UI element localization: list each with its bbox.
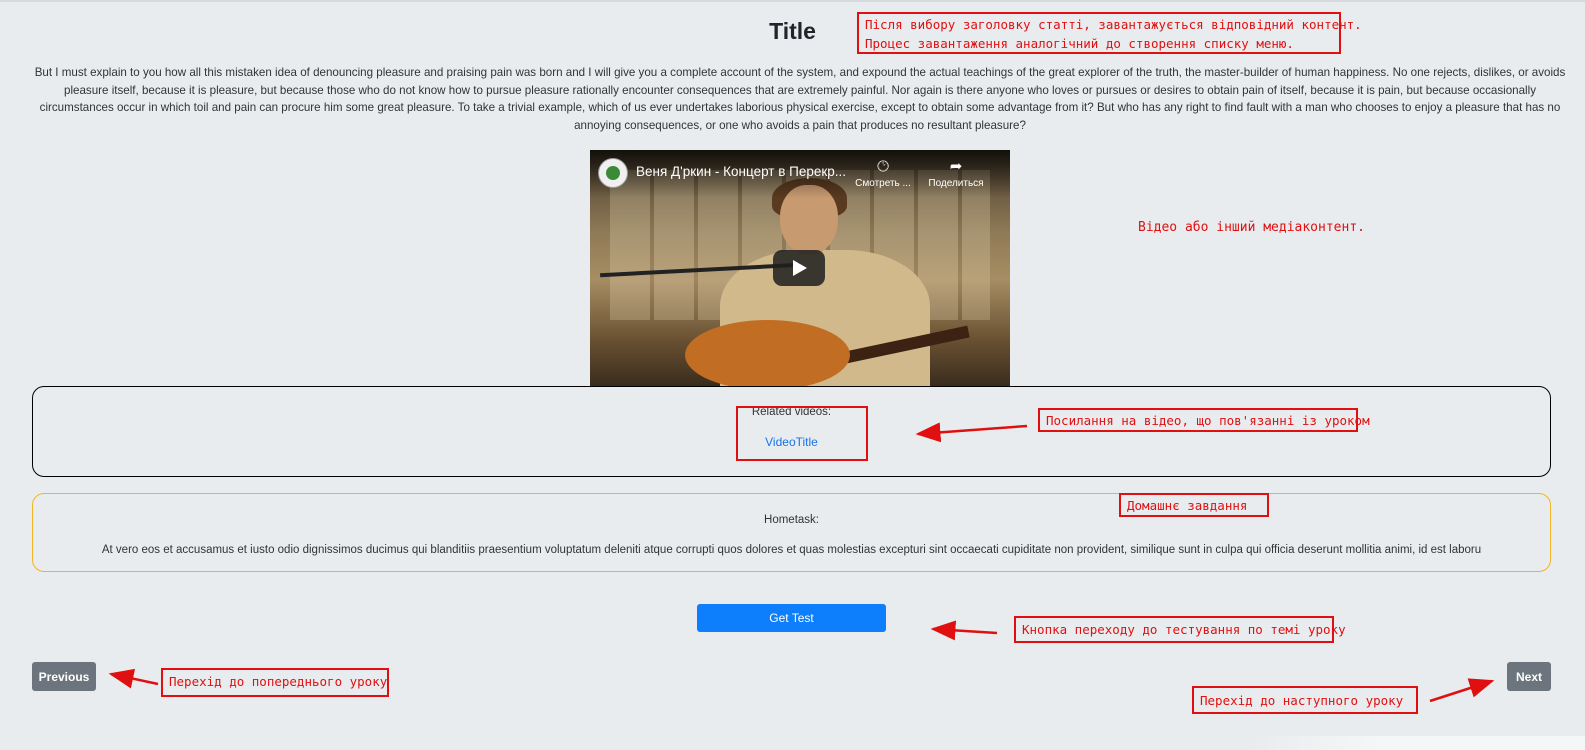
title-annotation: Після вибору заголовку статті, завантажу… bbox=[857, 12, 1362, 54]
top-divider bbox=[0, 0, 1585, 2]
title-annotation-line2: Процес завантаження аналогічний до створ… bbox=[865, 36, 1294, 51]
hometask-annotation: Домашнє завдання bbox=[1119, 493, 1269, 517]
play-icon[interactable] bbox=[773, 250, 825, 286]
next-annotation: Перехід до наступного уроку bbox=[1192, 686, 1418, 714]
related-highlight-box bbox=[736, 406, 868, 461]
article-body: But I must explain to you how all this m… bbox=[34, 66, 1566, 132]
next-button[interactable]: Next bbox=[1507, 662, 1551, 691]
bottom-edge bbox=[1250, 736, 1585, 750]
video-frame-guitar bbox=[685, 320, 850, 386]
previous-arrow bbox=[108, 668, 159, 689]
clock-icon: 🕑︎ bbox=[877, 158, 889, 175]
previous-annotation: Перехід до попереднього уроку bbox=[161, 668, 389, 697]
test-annotation: Кнопка переходу до тестування по темі ур… bbox=[1014, 616, 1346, 643]
video-player[interactable]: Веня Д'ркин - Концерт в Перекр... 🕑︎ Смо… bbox=[590, 150, 1010, 386]
hometask-text: At vero eos et accusamus et iusto odio d… bbox=[101, 544, 1482, 556]
title-annotation-line1: Після вибору заголовку статті, завантажу… bbox=[865, 17, 1362, 32]
video-title[interactable]: Веня Д'ркин - Концерт в Перекр... bbox=[636, 164, 846, 179]
media-annotation: Відео або інший медіаконтент. bbox=[1138, 220, 1365, 235]
share-button[interactable]: ➦ Поделиться bbox=[920, 156, 992, 189]
test-arrow bbox=[930, 620, 998, 641]
watch-later-button[interactable]: 🕑︎ Смотреть ... bbox=[847, 156, 919, 189]
channel-avatar[interactable] bbox=[598, 158, 628, 188]
hometask-panel: Hometask: At vero eos et accusamus et iu… bbox=[32, 493, 1551, 572]
next-arrow bbox=[1429, 678, 1495, 703]
hometask-label: Hometask: bbox=[764, 514, 819, 526]
watch-later-label: Смотреть ... bbox=[855, 178, 911, 189]
share-label: Поделиться bbox=[928, 178, 984, 189]
previous-button[interactable]: Previous bbox=[32, 662, 96, 691]
get-test-button[interactable]: Get Test bbox=[697, 604, 886, 632]
related-annotation: Посилання на відео, що пов'язанні із уро… bbox=[1038, 408, 1370, 432]
share-icon: ➦ bbox=[949, 158, 963, 175]
